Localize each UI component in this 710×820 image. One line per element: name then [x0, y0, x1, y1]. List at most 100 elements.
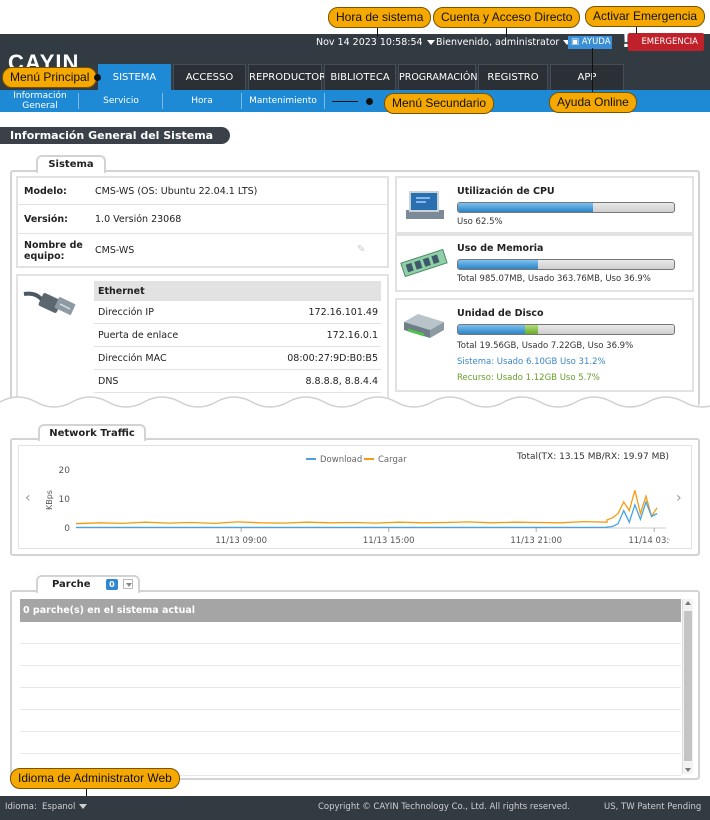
memory-icon [400, 248, 448, 278]
table-row [20, 666, 681, 688]
tab-parche: Parche 0 [36, 575, 140, 593]
system-time[interactable]: Nov 14 2023 10:58:54 [316, 37, 435, 48]
table-row [20, 622, 681, 644]
callout-line [506, 27, 507, 37]
model-value: CMS-WS (OS: Ubuntu 22.04.1 LTS) [95, 186, 258, 197]
ip-value: 172.16.101.49 [308, 307, 378, 318]
disk-usage-bar [457, 324, 675, 335]
table-row [20, 688, 681, 710]
disk-system-fill [458, 325, 526, 334]
y-tick-label: 20 [59, 466, 71, 476]
callout-account: Cuenta y Acceso Directo [433, 7, 581, 28]
row-divider [18, 233, 387, 234]
tab-registro[interactable]: REGISTRO [478, 64, 548, 90]
x-tick-label: 11/14 03:00 [628, 536, 670, 546]
memory-usage-text: Total 985.07MB, Usado 363.76MB, Uso 36.9… [457, 274, 651, 284]
chevron-left-icon[interactable]: ‹ [25, 490, 31, 506]
memory-usage-bar [457, 259, 675, 270]
x-tick-label: 11/13 09:00 [215, 536, 267, 546]
cpu-usage-bar [457, 202, 675, 213]
ip-label: Dirección IP [98, 307, 154, 318]
dns-value: 8.8.8.8, 8.8.4.4 [305, 376, 378, 387]
callout-language: Idioma de Administrator Web [10, 768, 180, 789]
cpu-usage-fill [458, 203, 593, 212]
callout-dot [366, 98, 373, 105]
disk-resource-text: Recurso: Usado 1.12GB Uso 5.7% [457, 373, 600, 383]
callout-main-menu: Menú Principal [2, 67, 98, 88]
scrollbar-thumb[interactable] [684, 611, 692, 761]
tab-sistema-panel: Sistema [36, 155, 106, 173]
mac-value: 08:00:27:9D:B0:B5 [287, 353, 378, 364]
help-button[interactable]: ▣ AYUDA [568, 36, 612, 49]
disk-title: Unidad de Disco [457, 308, 544, 319]
patch-count-badge: 0 [106, 579, 118, 590]
table-row [20, 710, 681, 732]
cut-divider [0, 396, 710, 426]
subnav-hora[interactable]: Hora [164, 90, 240, 112]
y-tick-label: 10 [59, 495, 71, 505]
callout-sub-menu: Menú Secundario [384, 93, 495, 114]
subnav-servicio[interactable]: Servicio [80, 90, 162, 112]
subnav-informacion-general[interactable]: Información General [4, 90, 76, 112]
tab-network-traffic: Network Traffic [38, 424, 146, 441]
legend-label: Cargar [378, 455, 407, 465]
disk-resource-fill [525, 325, 538, 334]
edit-pencil-icon[interactable]: ✎ [357, 244, 365, 255]
cpu-usage-text: Uso 62.5% [457, 217, 503, 227]
tab-app[interactable]: APP [550, 64, 624, 90]
model-label: Modelo: [24, 186, 67, 197]
legend-label: Download [320, 455, 362, 465]
subnav-divider [324, 93, 325, 109]
disk-icon [404, 314, 444, 338]
y-axis-label: KBps [45, 490, 54, 510]
mac-label: Dirección MAC [98, 353, 167, 364]
disk-usage-text: Total 19.56GB, Usado 7.22GB, Uso 36.9% [457, 341, 634, 351]
y-tick-label: 0 [64, 524, 70, 534]
ethernet-title: Ethernet [98, 286, 145, 297]
tab-biblioteca[interactable]: BIBLIOTECA [324, 64, 396, 90]
patch-scrollbar[interactable] [682, 599, 693, 774]
series-line-cargar [75, 490, 658, 525]
tab-acceso[interactable]: ACCESSO [173, 64, 246, 90]
x-tick-label: 11/13 15:00 [363, 536, 415, 546]
disk-system-text: Sistema: Usado 6.10GB Uso 31.2% [457, 357, 606, 367]
patch-dropdown-icon[interactable] [123, 579, 134, 589]
page-title: Información General del Sistema [0, 127, 230, 144]
patch-table-header: 0 parche(s) en el sistema actual [20, 599, 681, 622]
scroll-up-icon[interactable] [685, 601, 691, 605]
row-divider [18, 204, 387, 205]
ethernet-icon [23, 291, 76, 315]
traffic-chart: 20 10 0 KBps 11/13 09:00 11/13 15:00 11/13 21:… [45, 455, 670, 546]
help-icon: ▣ [571, 37, 580, 47]
callout-help: Ayuda Online [549, 92, 637, 113]
memory-title: Uso de Memoria [457, 243, 544, 254]
subnav-divider [162, 93, 163, 109]
device-name-label: Nombre de equipo: [24, 240, 83, 262]
device-name-value: CMS-WS [95, 245, 135, 256]
copyright: Copyright © CAYIN Technology Co., Ltd. A… [318, 802, 570, 812]
subnav-divider [78, 93, 79, 109]
cpu-icon [406, 191, 444, 219]
language-label: Idioma: [5, 802, 37, 812]
version-value: 1.0 Versión 23068 [95, 214, 182, 225]
chevron-right-icon[interactable]: › [676, 490, 682, 506]
tab-programacion[interactable]: PROGRAMACIÓN [398, 64, 477, 90]
callout-system-time: Hora de sistema [328, 7, 432, 28]
gateway-label: Puerta de enlace [98, 330, 179, 341]
callout-line [636, 26, 637, 34]
series-line-download [76, 499, 658, 529]
subnav-divider [241, 93, 242, 109]
emergency-button[interactable]: EMERGENCIA [628, 33, 704, 51]
gateway-value: 172.16.0.1 [326, 330, 378, 341]
scroll-down-icon[interactable] [685, 768, 691, 772]
language-select[interactable]: Espanol [42, 802, 88, 812]
parche-tab-label: Parche [52, 579, 91, 590]
account-menu[interactable]: Bienvenido, administrator [436, 37, 572, 48]
table-row [20, 732, 681, 754]
tab-reproductor[interactable]: REPRODUCTOR [248, 64, 326, 90]
subnav-mantenimiento[interactable]: Mantenimiento [243, 90, 323, 112]
emergency-icon: ! [622, 26, 630, 53]
dns-label: DNS [98, 376, 119, 387]
tab-sistema[interactable]: SISTEMA [98, 64, 171, 90]
cpu-title: Utilización de CPU [457, 186, 555, 197]
